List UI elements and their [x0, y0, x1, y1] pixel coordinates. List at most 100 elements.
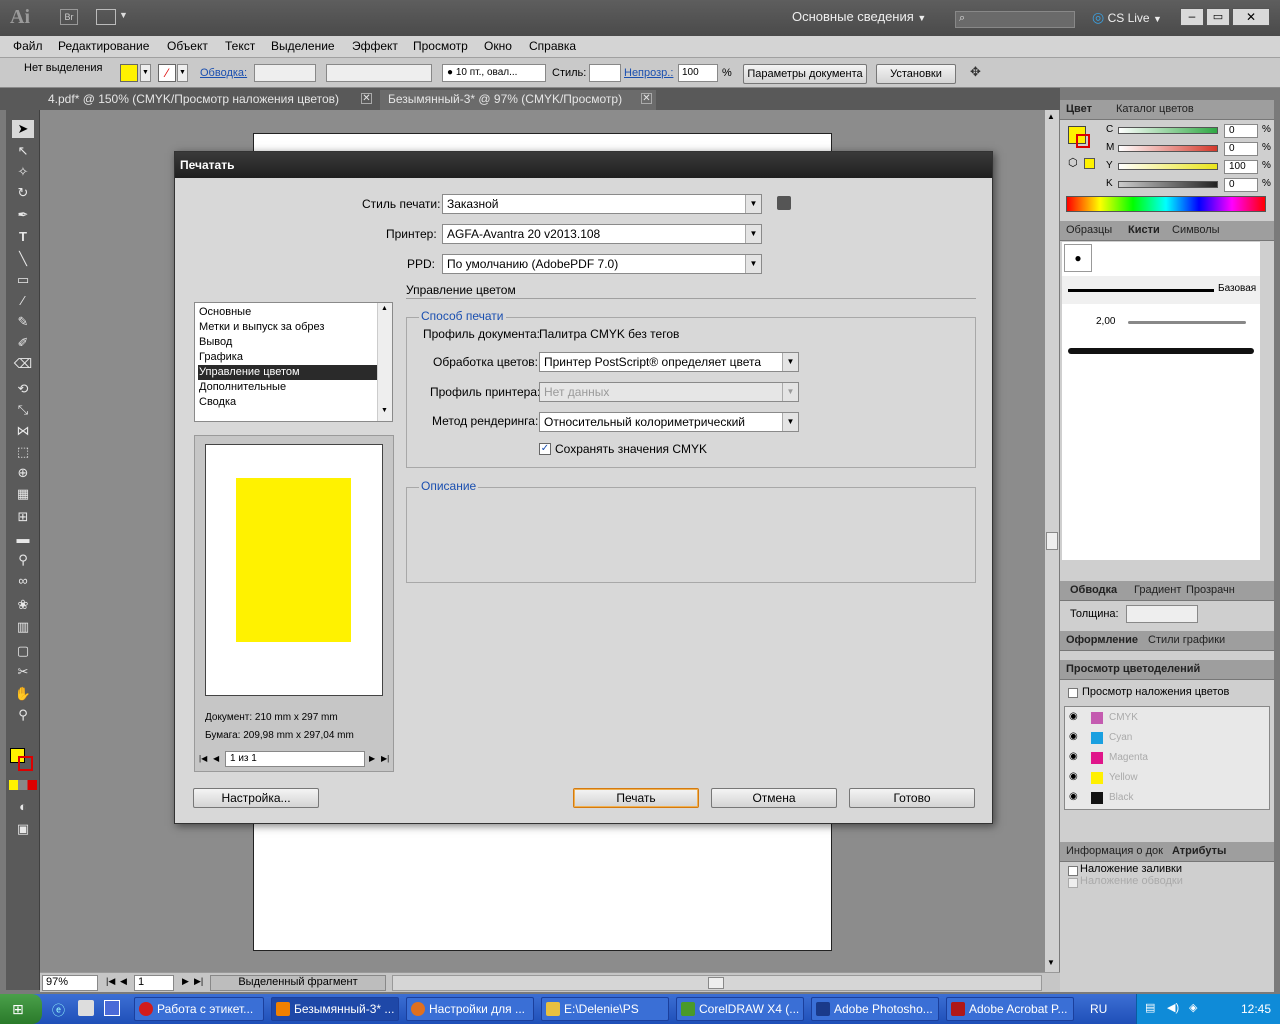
type-tool-icon[interactable]: T [12, 228, 34, 246]
overprint-stroke-checkbox[interactable] [1068, 878, 1078, 888]
plate-row[interactable]: ◉ Black [1065, 789, 1255, 808]
color-mode-icon[interactable] [9, 780, 37, 790]
first-page-icon[interactable]: |◀ [199, 754, 207, 763]
preview-page[interactable] [205, 444, 383, 696]
stroke-none-swatch[interactable]: ⁄ [158, 64, 176, 82]
magic-wand-tool-icon[interactable]: ✧ [12, 163, 34, 181]
horizontal-scrollbar[interactable] [392, 975, 1042, 991]
fill-color-swatch[interactable] [120, 64, 138, 82]
color-spectrum-bar[interactable] [1066, 196, 1266, 212]
network-icon[interactable]: ▤ [1145, 1001, 1155, 1014]
category-general[interactable]: Основные [198, 305, 378, 320]
mesh-tool-icon[interactable]: ⊞ [12, 508, 34, 526]
paintbrush-tool-icon[interactable]: ∕ [12, 292, 34, 310]
eye-icon[interactable]: ◉ [1069, 731, 1078, 742]
channel-slider[interactable] [1118, 127, 1218, 134]
color-handling-select[interactable]: Принтер PostScript® определяет цвета ▼ [539, 352, 799, 372]
menu-edit[interactable]: Редактирование [58, 39, 149, 53]
save-preset-icon[interactable] [777, 196, 791, 210]
document-setup-button[interactable]: Параметры документа [743, 64, 867, 84]
tab-document-untitled-3[interactable]: Безымянный-3* @ 97% (CMYK/Просмотр) ✕ [380, 90, 656, 110]
screen-mode-icon[interactable]: ▣ [12, 820, 34, 838]
eye-icon[interactable]: ◉ [1069, 711, 1078, 722]
rendering-intent-select[interactable]: Относительный колориметрический ▼ [539, 412, 799, 432]
search-input[interactable]: ⌕ [955, 11, 1075, 28]
menu-view[interactable]: Просмотр [413, 39, 468, 53]
eye-icon[interactable]: ◉ [1069, 771, 1078, 782]
done-button[interactable]: Готово [849, 788, 975, 808]
minimize-button[interactable]: – [1180, 8, 1204, 26]
brush-select[interactable]: ● 10 пт., овал... [442, 64, 546, 82]
last-page-icon[interactable]: ▶| [194, 976, 203, 987]
menu-text[interactable]: Текст [225, 39, 255, 53]
out-of-gamut-icon[interactable]: ⬡ [1068, 156, 1078, 169]
start-button[interactable]: ⊞ [0, 994, 42, 1024]
taskbar-item-photoshop[interactable]: Adobe Photosho... [811, 997, 939, 1021]
clock[interactable]: 12:45 [1241, 1002, 1271, 1016]
explorer-quicklaunch-icon[interactable] [78, 1000, 94, 1016]
category-graphics[interactable]: Графика [198, 350, 378, 365]
overprint-preview-checkbox[interactable] [1068, 688, 1078, 698]
pen-tool-icon[interactable]: ✒ [12, 206, 34, 224]
tab-document-4pdf[interactable]: 4.pdf* @ 150% (CMYK/Просмотр наложения ц… [40, 90, 376, 110]
volume-icon[interactable]: ◀) [1167, 1001, 1179, 1014]
tab-swatches[interactable]: Образцы [1066, 224, 1112, 236]
scroll-thumb[interactable] [708, 977, 724, 989]
perspective-grid-tool-icon[interactable]: ▦ [12, 485, 34, 503]
preferences-button[interactable]: Установки [876, 64, 956, 84]
shape-builder-tool-icon[interactable]: ⊕ [12, 464, 34, 482]
zoom-select[interactable]: 97% [42, 975, 98, 991]
rectangle-tool-icon[interactable]: ▭ [12, 271, 34, 289]
blob-brush-tool-icon[interactable]: ✐ [12, 334, 34, 352]
taskbar-item-firefox[interactable]: Настройки для ... [406, 997, 534, 1021]
stroke-swatch[interactable] [18, 756, 33, 771]
calligraphic-brush-icon[interactable]: ● [1064, 244, 1092, 272]
cslive-button[interactable]: ◎ CS Live ▼ [1092, 9, 1162, 26]
tab-attributes[interactable]: Атрибуты [1172, 845, 1226, 857]
selection-tool-icon[interactable]: ➤ [12, 120, 34, 138]
line-tool-icon[interactable]: ╲ [12, 250, 34, 268]
tab-appearance[interactable]: Оформление [1066, 634, 1138, 646]
chevron-down-icon[interactable]: ▼ [177, 64, 188, 82]
cancel-button[interactable]: Отмена [711, 788, 837, 808]
direct-selection-tool-icon[interactable]: ↖ [12, 142, 34, 160]
basic-brush-row[interactable]: Базовая [1062, 276, 1260, 304]
security-icon[interactable]: ◈ [1189, 1001, 1197, 1014]
channel-value[interactable]: 100 [1224, 160, 1258, 174]
eraser-tool-icon[interactable]: ⌫ [12, 355, 34, 373]
pencil-tool-icon[interactable]: ✎ [12, 313, 34, 331]
taskbar-item-folder[interactable]: E:\Delenie\PS [541, 997, 669, 1021]
menu-select[interactable]: Выделение [271, 39, 335, 53]
last-page-icon[interactable]: ▶| [381, 754, 389, 763]
plate-row[interactable]: ◉ CMYK [1065, 709, 1255, 728]
eye-icon[interactable]: ◉ [1069, 791, 1078, 802]
scroll-thumb[interactable] [1046, 532, 1058, 550]
width-tool-icon[interactable]: ⋈ [12, 422, 34, 440]
scroll-up-icon[interactable]: ▲ [1047, 112, 1055, 121]
plate-row[interactable]: ◉ Cyan [1065, 729, 1255, 748]
category-marks-bleed[interactable]: Метки и выпуск за обрез [198, 320, 378, 335]
preserve-cmyk-checkbox[interactable]: ✓ [539, 443, 551, 455]
maximize-button[interactable]: ▭ [1206, 8, 1230, 26]
channel-value[interactable]: 0 [1224, 178, 1258, 192]
taskbar-item-illustrator[interactable]: Безымянный-3* ... [271, 997, 399, 1021]
symbol-sprayer-tool-icon[interactable]: ❀ [12, 596, 34, 614]
web-safe-swatch[interactable] [1084, 158, 1095, 169]
vertical-scrollbar[interactable]: ▲ ▼ [1045, 110, 1059, 972]
chevron-down-icon[interactable]: ▼ [140, 64, 151, 82]
art-brush-row[interactable]: 2,00 [1062, 308, 1260, 336]
tab-gradient[interactable]: Градиент [1134, 584, 1181, 596]
plate-row[interactable]: ◉ Yellow [1065, 769, 1255, 788]
chevron-down-icon[interactable]: ▼ [119, 10, 128, 20]
setup-button[interactable]: Настройка... [193, 788, 319, 808]
bridge-button[interactable]: Br [60, 9, 78, 25]
arrange-icon[interactable]: ✥ [970, 64, 994, 82]
scroll-down-icon[interactable]: ▼ [381, 407, 388, 414]
stroke-color-swatch[interactable] [1076, 134, 1090, 148]
workspace-switcher[interactable]: Основные сведения ▼ [792, 9, 926, 24]
menu-help[interactable]: Справка [529, 39, 576, 53]
artboard-tool-icon[interactable]: ▢ [12, 642, 34, 660]
category-output[interactable]: Вывод [198, 335, 378, 350]
arrange-documents-icon[interactable] [96, 9, 116, 25]
prev-page-icon[interactable]: ◀ [213, 754, 219, 763]
